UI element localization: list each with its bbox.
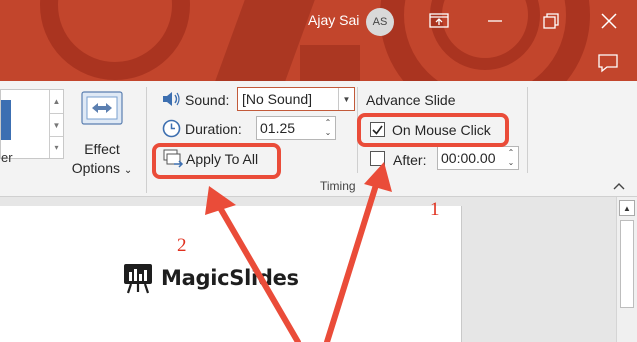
clock-icon [162, 119, 181, 138]
effect-options-label: Effect [84, 141, 120, 157]
advance-slide-title: Advance Slide [366, 92, 456, 108]
duration-value: 01.25 [260, 120, 296, 136]
close-icon[interactable] [594, 6, 624, 36]
restore-icon[interactable] [536, 6, 566, 36]
effect-options-icon [81, 91, 123, 125]
transition-thumbnail[interactable] [1, 100, 11, 140]
annotation-number-2: 2 [177, 235, 187, 256]
effect-options-label: Options ⌄ [71, 160, 133, 176]
highlight-on-mouse-click [357, 113, 509, 147]
vertical-scrollbar[interactable]: ▲ [616, 197, 637, 342]
transition-label: er [1, 150, 13, 165]
sound-value: [No Sound] [242, 91, 313, 107]
title-bar: Ajay Sai AS [0, 0, 637, 81]
group-divider [146, 87, 147, 193]
ribbon-display-options-icon[interactable] [424, 6, 454, 36]
highlight-apply-to-all [152, 143, 281, 179]
presentation-board-icon [124, 264, 152, 294]
title-decoration [40, 0, 190, 80]
effect-options-button[interactable]: Effect Options ⌄ [66, 89, 138, 189]
duration-input[interactable]: 01.25 ⌃ ⌄ [256, 116, 336, 140]
user-name[interactable]: Ajay Sai [308, 12, 359, 28]
comment-icon[interactable] [596, 52, 620, 74]
chevron-down-icon[interactable]: ▼ [338, 88, 354, 110]
group-divider [527, 87, 528, 173]
spinner-icon[interactable]: ⌃ ⌄ [506, 148, 516, 168]
annotation-number-1: 1 [430, 199, 440, 220]
after-time-input[interactable]: 00:00.00 ⌃ ⌄ [437, 146, 519, 170]
slide-canvas[interactable]: MagicSlides [0, 206, 462, 342]
title-decoration [300, 45, 360, 81]
sound-dropdown[interactable]: [No Sound] ▼ [237, 87, 355, 111]
magicslides-logo: MagicSlides [123, 262, 299, 294]
gallery-scroll-up-icon[interactable]: ▲ [49, 90, 63, 113]
chevron-down-icon: ⌄ [123, 165, 133, 176]
after-time-value: 00:00.00 [441, 150, 496, 166]
collapse-ribbon-icon[interactable] [612, 179, 626, 191]
scroll-up-icon[interactable]: ▲ [619, 200, 635, 216]
sound-icon [161, 90, 181, 108]
transition-gallery[interactable]: er ▲ ▼ ▾ [0, 89, 64, 165]
timing-group-label: Timing [320, 179, 356, 193]
gallery-more-icon[interactable]: ▾ [49, 136, 63, 158]
after-checkbox[interactable] [370, 151, 385, 166]
avatar[interactable]: AS [366, 8, 394, 36]
gallery-scroll-down-icon[interactable]: ▼ [49, 113, 63, 136]
logo-text: MagicSlides [161, 266, 299, 290]
after-label: After: [393, 152, 427, 168]
spinner-icon[interactable]: ⌃ ⌄ [323, 118, 333, 138]
scrollbar-thumb[interactable] [620, 220, 634, 308]
minimize-icon[interactable] [480, 6, 510, 36]
duration-label: Duration: [185, 121, 242, 137]
sound-label: Sound: [185, 92, 230, 108]
ribbon: er ▲ ▼ ▾ Effect Options ⌄ Sound: [No Sou… [0, 81, 637, 197]
